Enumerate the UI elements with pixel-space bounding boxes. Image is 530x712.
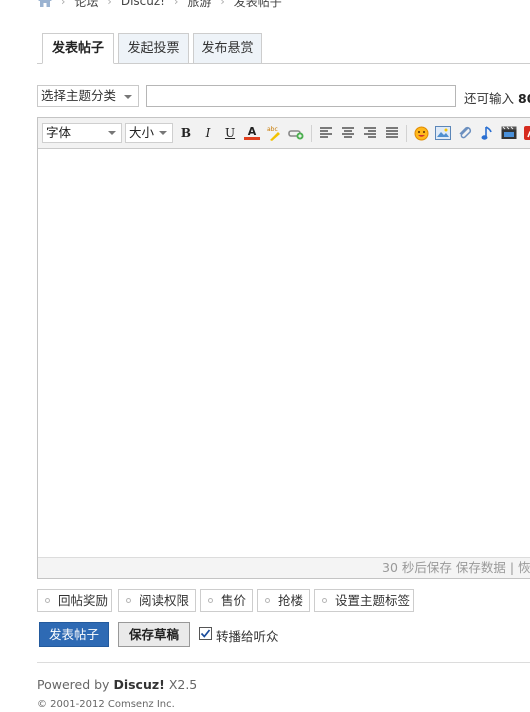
editor-status-bar: 30 秒后保存 保存数据 | 恢复: [38, 557, 530, 578]
chevron-down-icon: [159, 131, 167, 135]
autosave-status: 30 秒后保存 保存数据 | 恢复: [382, 560, 530, 575]
option-label: 回帖奖励: [58, 593, 109, 608]
chevron-right-icon: ›: [220, 0, 225, 8]
tab-new-poll[interactable]: 发起投票: [118, 33, 189, 64]
font-color-icon[interactable]: A: [244, 125, 260, 140]
remaining-count: 80: [518, 91, 530, 106]
option-thread-tags[interactable]: 设置主题标签: [314, 589, 414, 612]
video-icon[interactable]: [501, 125, 517, 141]
option-price[interactable]: 售价: [200, 589, 253, 612]
align-right-icon[interactable]: [362, 125, 378, 141]
bold-icon[interactable]: B: [178, 125, 194, 141]
breadcrumb-item-forum[interactable]: 论坛: [74, 0, 98, 10]
flash-icon[interactable]: [523, 125, 530, 141]
link-icon[interactable]: [288, 125, 304, 141]
chevron-down-icon: [108, 131, 116, 135]
font-family-select[interactable]: 字体: [42, 123, 122, 143]
remaining-chars: 还可输入 80: [464, 88, 530, 107]
font-size-value: 大小: [129, 125, 155, 140]
underline-icon[interactable]: U: [222, 125, 238, 141]
toolbar-divider: [311, 125, 312, 142]
post-editor: 字体 大小 B I U A abc 30 秒后保存 保存数据 | 恢复: [37, 117, 530, 579]
image-icon[interactable]: [435, 125, 451, 141]
save-draft-button[interactable]: 保存草稿: [118, 622, 190, 647]
bullet-icon: [265, 598, 270, 603]
chevron-down-icon: [124, 95, 132, 99]
align-left-icon[interactable]: [318, 125, 334, 141]
post-type-tabs: 发表帖子 发起投票 发布悬赏: [37, 33, 530, 64]
tab-new-reward[interactable]: 发布悬赏: [193, 33, 262, 64]
breadcrumb: › 论坛 › Discuz! › 旅游 › 发表帖子: [38, 0, 282, 9]
option-label: 设置主题标签: [335, 593, 411, 608]
powered-prefix: Powered by: [37, 677, 110, 692]
copyright: © 2001-2012 Comsenz Inc.: [37, 699, 175, 710]
category-select-value: 选择主题分类: [41, 88, 117, 103]
option-floor-grab[interactable]: 抢楼: [257, 589, 310, 612]
chevron-right-icon: ›: [61, 0, 66, 8]
submit-post-button[interactable]: 发表帖子: [39, 622, 109, 647]
breadcrumb-item-travel[interactable]: 旅游: [187, 0, 211, 10]
bullet-icon: [322, 598, 327, 603]
home-icon[interactable]: [38, 0, 52, 7]
music-icon[interactable]: [479, 125, 495, 141]
brand-link[interactable]: Discuz!: [113, 677, 164, 692]
breadcrumb-item-current: 发表帖子: [233, 0, 282, 9]
font-size-select[interactable]: 大小: [125, 123, 173, 143]
option-label: 售价: [221, 593, 247, 608]
editor-content-area[interactable]: [38, 150, 530, 557]
tab-new-thread[interactable]: 发表帖子: [42, 33, 114, 64]
align-center-icon[interactable]: [340, 125, 356, 141]
italic-icon[interactable]: I: [200, 125, 216, 141]
svg-text:abc: abc: [267, 126, 278, 133]
option-label: 阅读权限: [139, 593, 190, 608]
subject-input[interactable]: [146, 85, 456, 107]
chevron-right-icon: ›: [107, 0, 112, 8]
attachment-icon[interactable]: [457, 125, 473, 141]
toolbar-divider: [406, 125, 407, 142]
justify-icon[interactable]: [384, 125, 400, 141]
bullet-icon: [126, 598, 131, 603]
category-select[interactable]: 选择主题分类: [37, 85, 139, 107]
bullet-icon: [45, 598, 50, 603]
footer-divider: [37, 662, 530, 663]
option-label: 抢楼: [278, 593, 304, 608]
font-family-value: 字体: [46, 125, 72, 140]
option-reply-reward[interactable]: 回帖奖励: [37, 589, 112, 612]
powered-by: Powered by Discuz! X2.5: [37, 677, 197, 692]
broadcast-checkbox[interactable]: [199, 627, 212, 640]
highlight-icon[interactable]: abc: [266, 125, 282, 141]
version: X2.5: [168, 677, 198, 692]
option-read-permission[interactable]: 阅读权限: [118, 589, 196, 612]
breadcrumb-item-discuz[interactable]: Discuz!: [121, 0, 165, 8]
emoticon-icon[interactable]: [413, 125, 429, 141]
chevron-right-icon: ›: [173, 0, 179, 8]
checkmark-icon: [200, 629, 211, 638]
remaining-label: 还可输入: [464, 91, 515, 106]
bullet-icon: [208, 598, 213, 603]
editor-toolbar: 字体 大小 B I U A abc: [38, 118, 530, 149]
broadcast-label[interactable]: 转播给听众: [216, 626, 279, 645]
